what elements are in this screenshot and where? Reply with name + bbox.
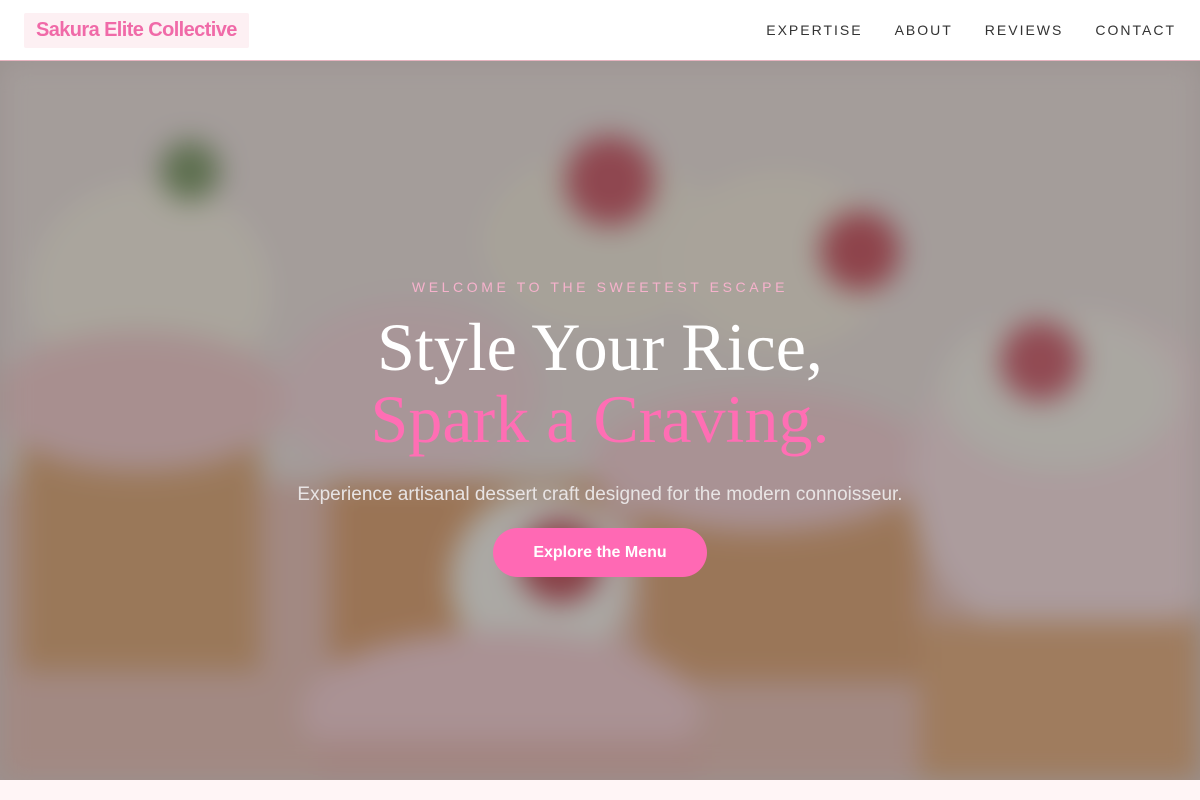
nav-link-reviews[interactable]: REVIEWS	[985, 22, 1064, 38]
hero-subtitle: Experience artisanal dessert craft desig…	[297, 484, 903, 505]
next-section-edge	[0, 780, 1200, 800]
nav-link-about[interactable]: ABOUT	[895, 22, 953, 38]
hero-section: WELCOME TO THE SWEETEST ESCAPE Style You…	[0, 61, 1200, 780]
headline-line-1: Style Your Rice,	[377, 309, 823, 385]
explore-menu-button[interactable]: Explore the Menu	[493, 528, 707, 577]
hero-eyebrow: WELCOME TO THE SWEETEST ESCAPE	[411, 279, 789, 295]
hero-content: WELCOME TO THE SWEETEST ESCAPE Style You…	[0, 61, 1200, 780]
headline-line-2: Spark a Craving.	[370, 381, 830, 457]
brand-logo[interactable]: Sakura Elite Collective	[24, 12, 249, 48]
nav-link-expertise[interactable]: EXPERTISE	[766, 22, 862, 38]
top-navigation-bar: Sakura Elite Collective EXPERTISE ABOUT …	[0, 0, 1200, 61]
hero-headline: Style Your Rice, Spark a Craving.	[0, 311, 1200, 455]
main-nav: EXPERTISE ABOUT REVIEWS CONTACT	[766, 22, 1176, 38]
nav-link-contact[interactable]: CONTACT	[1095, 22, 1176, 38]
